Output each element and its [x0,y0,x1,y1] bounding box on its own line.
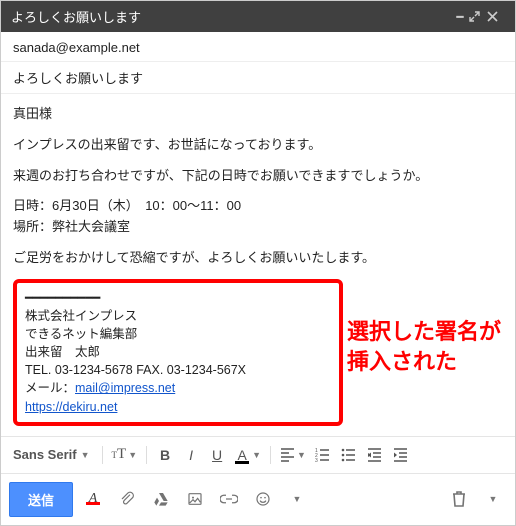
numbered-list-button[interactable]: 123 [311,443,335,467]
minimize-button[interactable]: ━ [451,10,469,24]
action-bar: 送信 A ▼ ▼ [1,473,515,525]
insert-photo-button[interactable] [181,485,209,513]
insert-link-button[interactable] [215,485,243,513]
discard-draft-button[interactable] [445,485,473,513]
italic-button[interactable]: I [179,443,203,467]
indent-more-button[interactable] [389,443,413,467]
toolbar-divider [102,446,103,464]
bold-button[interactable]: B [153,443,177,467]
chevron-down-icon: ▼ [297,450,306,460]
to-recipient: sanada@example.net [13,40,140,55]
attach-file-button[interactable] [113,485,141,513]
signature-mail-link[interactable]: mail@impress.net [75,381,175,395]
font-picker[interactable]: Sans Serif ▼ [9,443,96,467]
signature-company: 株式会社インプレス [25,307,331,325]
more-options-button[interactable]: ▼ [479,485,507,513]
expand-button[interactable] [469,11,487,22]
signature-telfax: TEL. 03-1234-5678 FAX. 03-1234-567X [25,361,331,379]
toolbar-divider [146,446,147,464]
signature-mail-row: メール：mail@impress.net [25,379,331,397]
to-field-row[interactable]: sanada@example.net [1,32,515,62]
chevron-down-icon: ▼ [128,450,137,460]
signature-url-link[interactable]: https://dekiru.net [25,400,117,414]
font-name: Sans Serif [13,447,77,462]
insert-emoji-button[interactable] [249,485,277,513]
body-place: 場所：弊社大会議室 [13,219,130,234]
close-button[interactable] [487,11,505,22]
body-greeting: 真田様 [13,104,503,125]
send-button[interactable]: 送信 [9,482,73,517]
body-line1: 来週のお打ち合わせですが、下記の日時でお願いできますでしょうか。 [13,166,503,187]
text-color-button[interactable]: A▼ [231,443,264,467]
align-button[interactable]: ▼ [277,443,309,467]
tel-number: 03-1234-5678 [55,363,133,377]
insert-drive-button[interactable] [147,485,175,513]
fax-number: 03-1234-567X [167,363,246,377]
svg-text:3: 3 [315,458,318,462]
message-body[interactable]: 真田様 インプレスの出来留です、お世話になっております。 来週のお打ち合わせです… [1,94,515,436]
format-toolbar: Sans Serif ▼ TT▼ B I U A▼ ▼ 123 [1,436,515,473]
body-intro: インプレスの出来留です、お世話になっております。 [13,135,503,156]
underline-button[interactable]: U [205,443,229,467]
fax-label: FAX. [133,363,167,377]
chevron-down-icon: ▼ [81,450,90,460]
signature-dept: できるネット編集部 [25,325,331,343]
toolbar-divider [270,446,271,464]
window-title: よろしくお願いします [11,7,451,26]
formatting-toggle-button[interactable]: A [79,485,107,513]
signature-name: 出来留 太郎 [25,343,331,361]
subject-text: よろしくお願いします [13,71,143,86]
bulleted-list-button[interactable] [337,443,361,467]
compose-titlebar: よろしくお願いします ━ [1,1,515,32]
subject-row[interactable]: よろしくお願いします [1,62,515,94]
body-closing: ご足労をおかけして恐縮ですが、よろしくお願いいたします。 [13,248,503,269]
indent-less-button[interactable] [363,443,387,467]
signature-block: ━━━━━━━━━━ 株式会社インプレス できるネット編集部 出来留 太郎 TE… [13,279,343,426]
mail-label: メール： [25,381,75,395]
font-size-button[interactable]: TT▼ [109,443,141,467]
signature-url-row: https://dekiru.net [25,398,331,416]
chevron-down-icon: ▼ [252,450,261,460]
tel-label: TEL. [25,363,55,377]
more-send-options-button[interactable]: ▼ [283,485,311,513]
body-datetime: 日時：6月30日（木） 10：00～11：00 [13,198,241,213]
signature-rule: ━━━━━━━━━━ [25,289,331,307]
